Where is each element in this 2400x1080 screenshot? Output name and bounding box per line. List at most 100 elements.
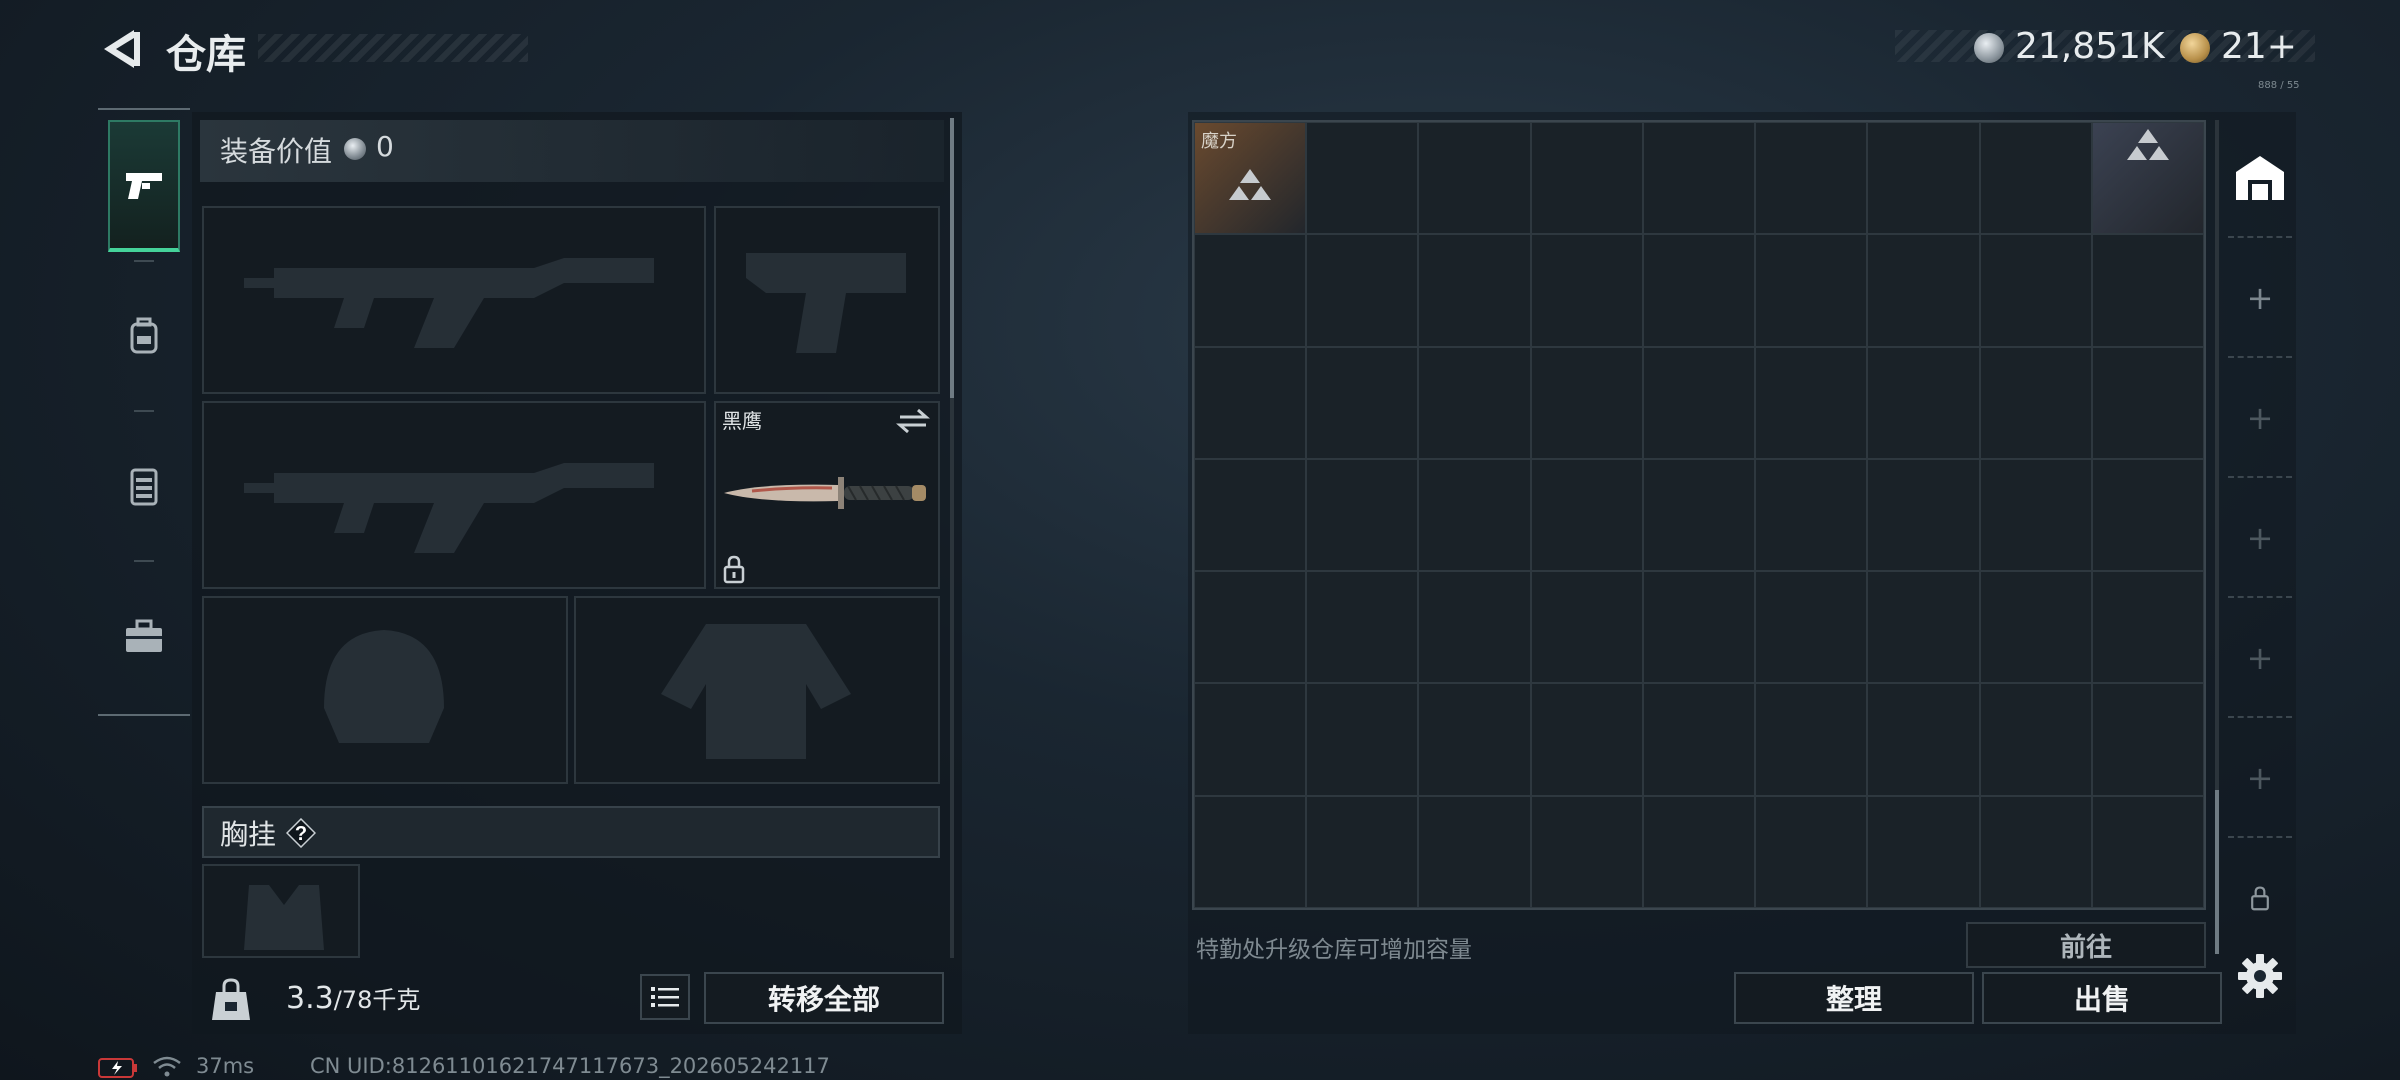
- body-armor-slot[interactable]: [574, 596, 940, 784]
- storage-cell[interactable]: [1194, 234, 1307, 347]
- storage-cell[interactable]: [1755, 795, 1868, 908]
- sort-button[interactable]: 整理: [1734, 972, 1974, 1024]
- token-amount[interactable]: 21+: [2221, 26, 2297, 67]
- tab-divider: [134, 260, 154, 262]
- storage-cell[interactable]: [1642, 346, 1756, 459]
- storage-cell[interactable]: [1755, 458, 1868, 572]
- storage-cell[interactable]: [1306, 458, 1419, 572]
- sell-button[interactable]: 出售: [1982, 972, 2222, 1024]
- tab-chest-rig[interactable]: [108, 420, 180, 552]
- storage-cell[interactable]: [1194, 346, 1307, 459]
- storage-cell[interactable]: [1194, 571, 1307, 684]
- toolbox-icon: [126, 619, 162, 652]
- transfer-all-button[interactable]: 转移全部: [704, 972, 944, 1024]
- storage-cell[interactable]: [1194, 795, 1307, 908]
- storage-cell[interactable]: [2091, 234, 2204, 347]
- goto-button[interactable]: 前往: [1966, 922, 2206, 968]
- storage-cell[interactable]: [1306, 571, 1419, 684]
- storage-cell[interactable]: [2091, 795, 2204, 908]
- storage-cell[interactable]: [1530, 571, 1643, 684]
- add-storage-tab-4[interactable]: +: [2228, 604, 2292, 712]
- storage-cell[interactable]: [2091, 346, 2204, 459]
- currency-amount[interactable]: 21,851K: [2015, 26, 2165, 67]
- helmet-slot[interactable]: [202, 596, 568, 784]
- plus-icon: +: [2246, 639, 2274, 677]
- plus-icon: +: [2246, 759, 2274, 797]
- storage-cell[interactable]: [1530, 795, 1643, 908]
- storage-cell[interactable]: [1979, 122, 2092, 235]
- storage-cell[interactable]: [2091, 458, 2204, 572]
- storage-cell[interactable]: [1755, 122, 1868, 235]
- storage-cell[interactable]: [1642, 122, 1756, 235]
- primary-weapon-slot-2[interactable]: [202, 401, 706, 589]
- add-storage-tab-1[interactable]: +: [2228, 244, 2292, 352]
- storage-cell[interactable]: [1867, 571, 1980, 684]
- tab-backpack[interactable]: [108, 270, 180, 402]
- weight-max: /78千克: [333, 986, 421, 1014]
- locked-storage-tab[interactable]: [2228, 844, 2292, 952]
- storage-cell[interactable]: [1194, 683, 1307, 796]
- storage-cell[interactable]: [1642, 234, 1756, 347]
- storage-cell[interactable]: [1642, 795, 1756, 908]
- add-storage-tab-2[interactable]: +: [2228, 364, 2292, 472]
- storage-cell[interactable]: [1867, 795, 1980, 908]
- tab-weapons[interactable]: [108, 120, 180, 252]
- storage-cell[interactable]: [1755, 683, 1868, 796]
- storage-cell[interactable]: [1867, 122, 1980, 235]
- help-icon[interactable]: ?: [286, 818, 316, 848]
- storage-cell[interactable]: [1418, 234, 1531, 347]
- storage-cell[interactable]: [1979, 795, 2092, 908]
- sidearm-slot[interactable]: [714, 206, 940, 394]
- list-view-button[interactable]: [640, 974, 690, 1020]
- storage-cell[interactable]: [1418, 346, 1531, 459]
- gear-icon[interactable]: [2236, 952, 2284, 1000]
- storage-cell[interactable]: [1530, 458, 1643, 572]
- storage-cell[interactable]: [1530, 122, 1643, 235]
- storage-cell[interactable]: [1979, 683, 2092, 796]
- storage-cell[interactable]: [2091, 571, 2204, 684]
- storage-cell[interactable]: [1867, 346, 1980, 459]
- storage-cell[interactable]: [1418, 122, 1531, 235]
- storage-cell[interactable]: [1642, 571, 1756, 684]
- storage-cell[interactable]: [1530, 234, 1643, 347]
- storage-cell[interactable]: [1306, 795, 1419, 908]
- swap-icon[interactable]: [896, 407, 930, 435]
- primary-weapon-slot-1[interactable]: [202, 206, 706, 394]
- add-storage-tab-3[interactable]: +: [2228, 484, 2292, 592]
- tab-toolbox[interactable]: [108, 570, 180, 702]
- storage-item[interactable]: [2091, 122, 2204, 235]
- back-button[interactable]: [96, 24, 146, 74]
- storage-cell[interactable]: [1530, 346, 1643, 459]
- storage-cell[interactable]: [1306, 122, 1419, 235]
- storage-cell[interactable]: [1867, 458, 1980, 572]
- storage-cell[interactable]: [1194, 458, 1307, 572]
- storage-cell[interactable]: [1755, 234, 1868, 347]
- storage-cell[interactable]: [1418, 458, 1531, 572]
- storage-cell[interactable]: [1642, 458, 1756, 572]
- storage-cell[interactable]: [1755, 571, 1868, 684]
- chest-rig-slot[interactable]: [202, 864, 360, 958]
- storage-cell[interactable]: [1306, 234, 1419, 347]
- tab-warehouse[interactable]: [2228, 124, 2292, 232]
- storage-cell[interactable]: [1306, 346, 1419, 459]
- storage-cell[interactable]: [1979, 571, 2092, 684]
- storage-cell[interactable]: [1418, 795, 1531, 908]
- storage-cell[interactable]: [1979, 458, 2092, 572]
- storage-cell[interactable]: [1642, 683, 1756, 796]
- storage-cell[interactable]: [1755, 346, 1868, 459]
- storage-cell[interactable]: [2091, 683, 2204, 796]
- silver-coin-icon: [344, 138, 366, 160]
- storage-cell[interactable]: [1418, 683, 1531, 796]
- storage-cell[interactable]: [1979, 234, 2092, 347]
- storage-cell[interactable]: [1867, 683, 1980, 796]
- add-storage-tab-5[interactable]: +: [2228, 724, 2292, 832]
- storage-cell[interactable]: [1530, 683, 1643, 796]
- storage-item[interactable]: 魔方: [1194, 122, 1307, 235]
- storage-scroll-thumb[interactable]: [2215, 790, 2219, 954]
- storage-cell[interactable]: [1418, 571, 1531, 684]
- equipment-scroll-thumb[interactable]: [950, 118, 954, 398]
- storage-cell[interactable]: [1867, 234, 1980, 347]
- storage-cell[interactable]: [1306, 683, 1419, 796]
- tab-divider: [134, 560, 154, 562]
- storage-cell[interactable]: [1979, 346, 2092, 459]
